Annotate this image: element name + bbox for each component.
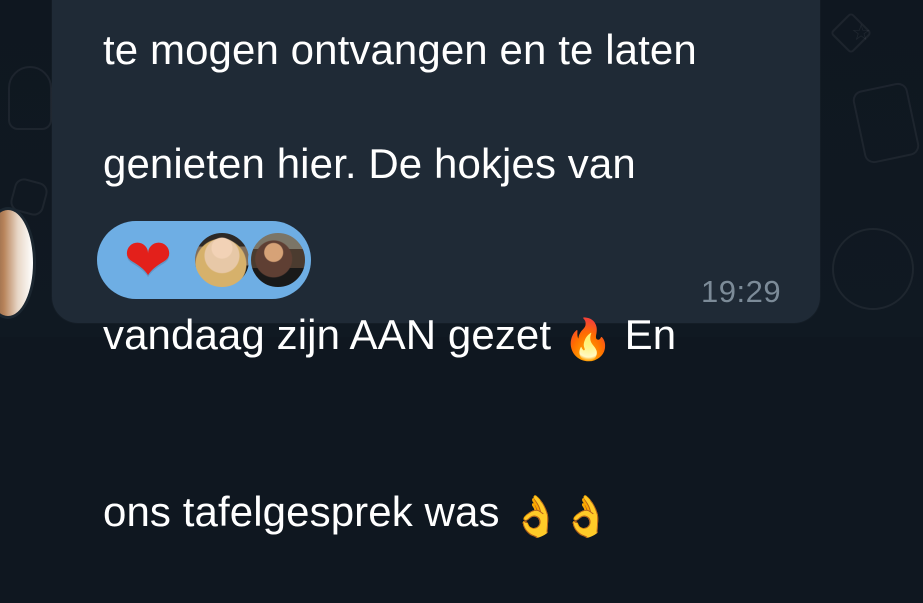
message-line-1: te mogen ontvangen en te laten — [103, 21, 783, 78]
message-line-4-text: ons tafelgesprek was — [103, 488, 511, 535]
reaction-avatar-1[interactable] — [192, 230, 252, 290]
message-text: te mogen ontvangen en te laten genieten … — [103, 0, 783, 603]
message-timestamp: 19:29 — [701, 274, 781, 310]
message-line-3-text: vandaag zijn AAN gezet — [103, 311, 563, 358]
fire-emoji-icon: 🔥 — [563, 317, 613, 363]
message-line-4: ons tafelgesprek was 👌👌 — [103, 426, 783, 546]
message-line-2: genieten hier. De hokjes van — [103, 135, 783, 192]
message-line-3-end: En — [613, 311, 676, 358]
reaction-avatar-2[interactable] — [248, 230, 308, 290]
heart-icon[interactable]: ❤ — [120, 233, 176, 289]
ok-hand-emoji-icon: 👌👌 — [511, 494, 611, 540]
background-doodle-icon — [832, 228, 914, 310]
star-icon: ☆ — [851, 20, 871, 46]
reaction-pill[interactable]: ❤ — [97, 221, 311, 299]
background-doodle-icon — [851, 81, 921, 165]
background-doodle-icon — [8, 66, 52, 130]
